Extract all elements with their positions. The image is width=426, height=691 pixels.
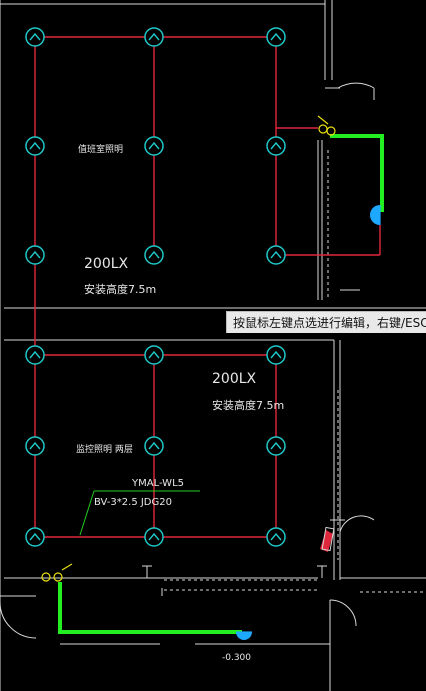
room1-height: 安装高度7.5m bbox=[84, 282, 156, 296]
room1-lux: 200LX bbox=[84, 256, 129, 272]
pendant-light-icon[interactable] bbox=[266, 245, 286, 265]
cable-spec: BV-3*2.5 JDG20 bbox=[94, 497, 172, 508]
junction-box-icon[interactable] bbox=[317, 115, 336, 136]
pendant-light-icon[interactable] bbox=[25, 436, 45, 456]
pendant-light-icon[interactable] bbox=[25, 136, 45, 156]
column-markers bbox=[142, 565, 327, 596]
pendant-light-icon[interactable] bbox=[266, 345, 286, 365]
elevation-label: -0.300 bbox=[222, 653, 251, 663]
pendant-light-icon[interactable] bbox=[266, 436, 286, 456]
outlet-icon-bottom[interactable] bbox=[236, 631, 252, 640]
wall-lines bbox=[0, 0, 426, 691]
hatch-lines bbox=[164, 150, 426, 593]
pendant-light-icon[interactable] bbox=[25, 345, 45, 365]
pendant-light-icon[interactable] bbox=[144, 27, 164, 47]
room1-name: 值班室照明 bbox=[78, 143, 123, 155]
tooltip: 按鼠标左键点选进行编辑，右键/ESC bbox=[226, 311, 426, 333]
pendant-light-icon[interactable] bbox=[144, 345, 164, 365]
pendant-light-icon[interactable] bbox=[144, 436, 164, 456]
pendant-light-icon[interactable] bbox=[25, 27, 45, 47]
pendant-light-icon[interactable] bbox=[266, 136, 286, 156]
cad-drawing-canvas[interactable]: 值班室照明 200LX 安装高度7.5m 200LX 安装高度7.5m 监控照明… bbox=[0, 0, 426, 691]
pendant-light-icon[interactable] bbox=[266, 527, 286, 547]
distribution-panel-icon[interactable] bbox=[320, 526, 335, 552]
room2-height: 安装高度7.5m bbox=[212, 398, 284, 412]
pendant-light-icon[interactable] bbox=[25, 527, 45, 547]
pendant-light-icon[interactable] bbox=[266, 27, 286, 47]
pendant-light-icon[interactable] bbox=[144, 136, 164, 156]
circuit-label: YMAL-WL5 bbox=[131, 478, 184, 489]
pendant-light-icon[interactable] bbox=[144, 527, 164, 547]
room2-lux: 200LX bbox=[212, 371, 257, 387]
room2-name: 监控照明 两层 bbox=[76, 443, 133, 455]
outlet-icon[interactable] bbox=[370, 205, 381, 225]
pendant-light-icon[interactable] bbox=[144, 245, 164, 265]
pendant-light-icon[interactable] bbox=[25, 245, 45, 265]
